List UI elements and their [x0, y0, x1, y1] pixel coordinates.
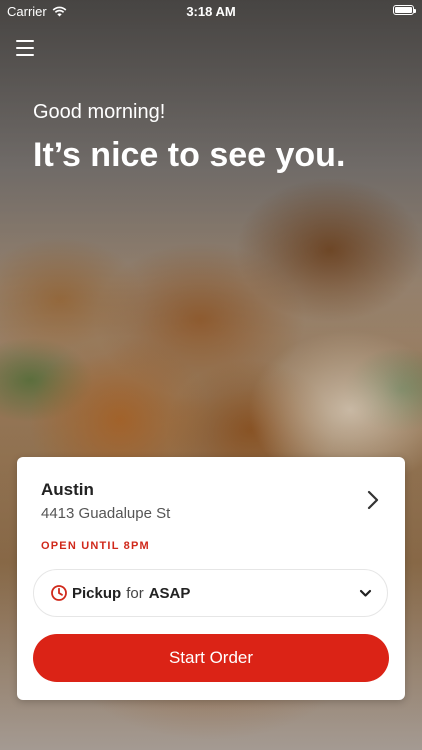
status-bar: Carrier 3:18 AM: [0, 0, 422, 22]
headline-text: It’s nice to see you.: [33, 136, 345, 175]
clock-icon: [50, 584, 68, 602]
order-mode-label: Pickup: [72, 585, 121, 602]
status-time: 3:18 AM: [0, 4, 422, 19]
order-mode-selector[interactable]: Pickup for ASAP: [33, 569, 388, 617]
battery-icon: [393, 5, 414, 15]
order-mode-connector: for: [126, 585, 144, 602]
hours-status: OPEN UNTIL 8PM: [41, 540, 150, 552]
location-name: Austin: [41, 480, 94, 500]
hamburger-menu-icon[interactable]: [16, 40, 34, 56]
start-order-button[interactable]: Start Order: [33, 634, 389, 682]
greeting-text: Good morning!: [33, 101, 165, 124]
order-time-label: ASAP: [149, 585, 191, 602]
location-card: Austin 4413 Guadalupe St OPEN UNTIL 8PM …: [17, 457, 405, 700]
chevron-down-icon: [359, 587, 372, 600]
chevron-right-icon[interactable]: [363, 489, 383, 511]
location-address: 4413 Guadalupe St: [41, 505, 170, 522]
